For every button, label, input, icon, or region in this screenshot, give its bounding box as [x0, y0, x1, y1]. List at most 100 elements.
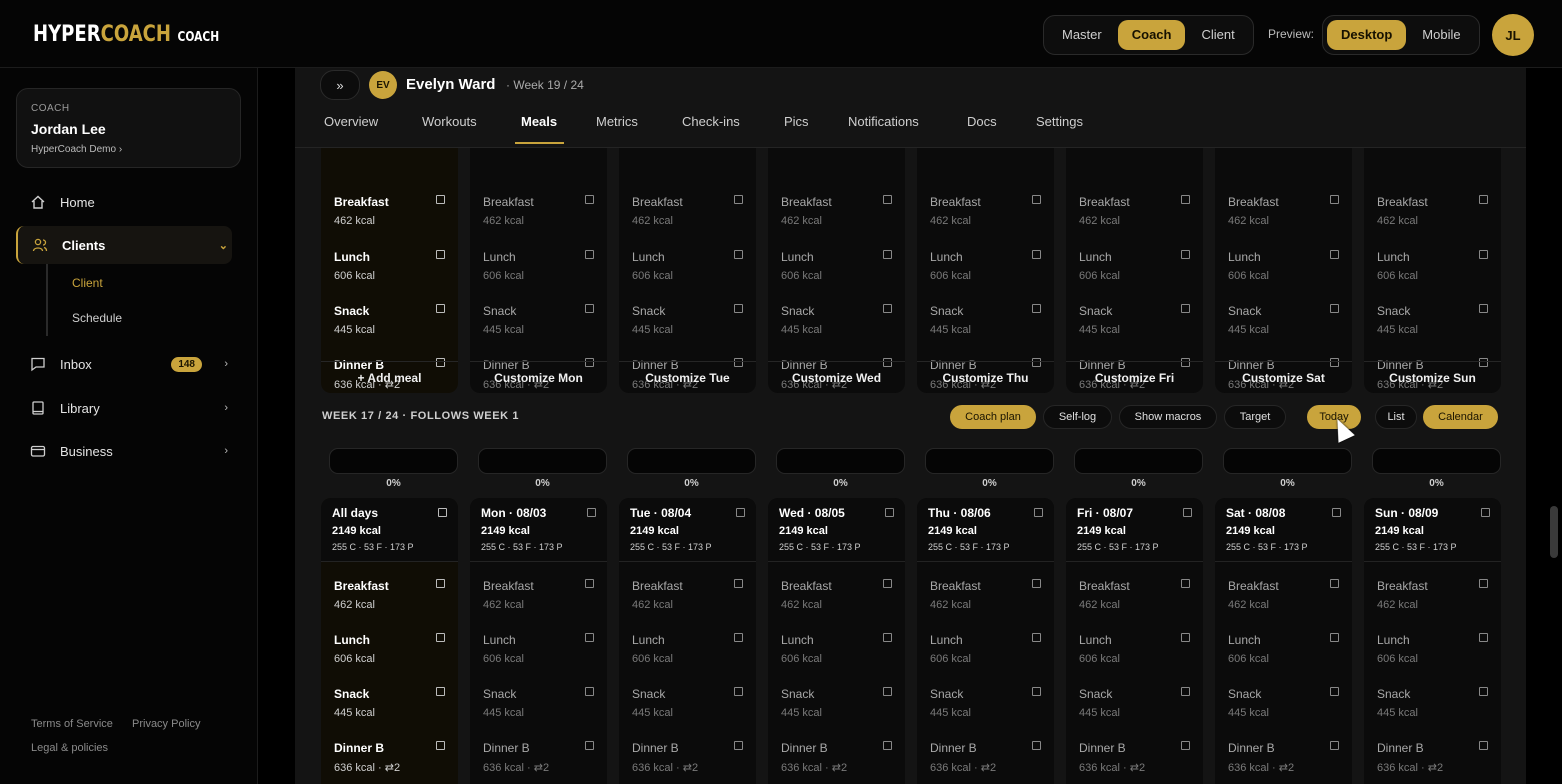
meal-row[interactable]: Snack 445 kcal — [321, 304, 458, 352]
copy-icon[interactable] — [1479, 741, 1488, 750]
sidebar-item-inbox[interactable]: Inbox 148 › — [16, 345, 232, 383]
copy-icon[interactable] — [436, 687, 445, 696]
copy-icon[interactable] — [1330, 633, 1339, 642]
day-header[interactable]: All days 2149 kcal 255 C · 53 F · 173 P — [321, 498, 458, 562]
copy-icon[interactable] — [1032, 687, 1041, 696]
copy-icon[interactable] — [736, 508, 745, 517]
target-toggle[interactable]: Target — [1224, 405, 1286, 429]
preview-mobile[interactable]: Mobile — [1408, 20, 1474, 50]
tab-metrics[interactable]: Metrics — [596, 114, 638, 129]
copy-icon[interactable] — [436, 633, 445, 642]
sidebar-item-home[interactable]: Home — [16, 183, 232, 221]
copy-icon[interactable] — [1183, 508, 1192, 517]
copy-icon[interactable] — [1032, 633, 1041, 642]
meal-row[interactable]: Breakfast 462 kcal — [470, 579, 607, 627]
tab-meals[interactable]: Meals — [521, 114, 557, 129]
copy-icon[interactable] — [585, 195, 594, 204]
meal-row[interactable]: Snack 445 kcal — [619, 304, 756, 352]
copy-icon[interactable] — [1330, 687, 1339, 696]
sidebar-item-clients[interactable]: Clients ⌄ — [16, 226, 232, 264]
copy-icon[interactable] — [883, 687, 892, 696]
copy-icon[interactable] — [883, 741, 892, 750]
copy-icon[interactable] — [1181, 687, 1190, 696]
meal-row[interactable]: Dinner B 636 kcal · ⇄2 — [768, 741, 905, 784]
meal-row[interactable]: Snack 445 kcal — [917, 304, 1054, 352]
meal-row[interactable]: Snack 445 kcal — [1066, 687, 1203, 735]
meal-row[interactable]: Lunch 606 kcal — [1364, 633, 1501, 681]
meal-row[interactable]: Dinner B 636 kcal · ⇄2 — [1364, 741, 1501, 784]
meal-row[interactable]: Snack 445 kcal — [917, 687, 1054, 735]
meal-row[interactable]: Lunch 606 kcal — [1215, 250, 1352, 298]
copy-icon[interactable] — [436, 579, 445, 588]
meal-row[interactable]: Breakfast 462 kcal — [1215, 195, 1352, 243]
copy-icon[interactable] — [1181, 195, 1190, 204]
copy-icon[interactable] — [734, 304, 743, 313]
copy-icon[interactable] — [436, 195, 445, 204]
meal-row[interactable]: Dinner B 636 kcal · ⇄2 — [1066, 741, 1203, 784]
sidebar-item-business[interactable]: Business › — [16, 432, 232, 470]
copy-icon[interactable] — [585, 687, 594, 696]
sidebar-subitem-schedule[interactable]: Schedule — [72, 311, 122, 325]
day-header[interactable]: Tue · 08/04 2149 kcal 255 C · 53 F · 173 P — [619, 498, 756, 562]
day-header[interactable]: Fri · 08/07 2149 kcal 255 C · 53 F · 173 P — [1066, 498, 1203, 562]
copy-icon[interactable] — [1032, 741, 1041, 750]
meal-row[interactable]: Dinner B 636 kcal · ⇄2 — [470, 741, 607, 784]
meal-row[interactable]: Lunch 606 kcal — [768, 250, 905, 298]
customize-day-button[interactable]: Customize Tue — [619, 361, 756, 393]
meal-row[interactable]: Snack 445 kcal — [321, 687, 458, 735]
mode-master[interactable]: Master — [1048, 20, 1116, 50]
meal-row[interactable]: Breakfast 462 kcal — [321, 195, 458, 243]
copy-icon[interactable] — [585, 579, 594, 588]
copy-icon[interactable] — [1330, 741, 1339, 750]
meal-row[interactable]: Dinner B 636 kcal · ⇄2 — [321, 741, 458, 784]
meal-row[interactable]: Dinner B 636 kcal · ⇄2 — [917, 741, 1054, 784]
self-log-toggle[interactable]: Self-log — [1043, 405, 1112, 429]
copy-icon[interactable] — [1034, 508, 1043, 517]
meal-row[interactable]: Lunch 606 kcal — [470, 633, 607, 681]
meal-row[interactable]: Dinner B 636 kcal · ⇄2 — [619, 741, 756, 784]
mode-client[interactable]: Client — [1187, 20, 1248, 50]
meal-row[interactable]: Snack 445 kcal — [1364, 304, 1501, 352]
copy-icon[interactable] — [1481, 508, 1490, 517]
day-header[interactable]: Sun · 08/09 2149 kcal 255 C · 53 F · 173 P — [1364, 498, 1501, 562]
meal-row[interactable]: Lunch 606 kcal — [1215, 633, 1352, 681]
customize-day-button[interactable]: Customize Mon — [470, 361, 607, 393]
copy-icon[interactable] — [1330, 579, 1339, 588]
copy-icon[interactable] — [585, 250, 594, 259]
copy-icon[interactable] — [1479, 304, 1488, 313]
copy-icon[interactable] — [1479, 250, 1488, 259]
meal-row[interactable]: Lunch 606 kcal — [917, 633, 1054, 681]
copy-icon[interactable] — [436, 304, 445, 313]
meal-row[interactable]: Breakfast 462 kcal — [768, 195, 905, 243]
meal-row[interactable]: Lunch 606 kcal — [321, 250, 458, 298]
copy-icon[interactable] — [436, 250, 445, 259]
meal-row[interactable]: Breakfast 462 kcal — [1364, 579, 1501, 627]
tab-docs[interactable]: Docs — [967, 114, 997, 129]
copy-icon[interactable] — [1479, 195, 1488, 204]
copy-icon[interactable] — [883, 633, 892, 642]
coach-card[interactable]: COACH Jordan Lee HyperCoach Demo › — [16, 88, 241, 168]
customize-day-button[interactable]: Customize Thu — [917, 361, 1054, 393]
copy-icon[interactable] — [883, 304, 892, 313]
brand-logo[interactable]: HYPERCOACH COACH — [33, 22, 219, 47]
copy-icon[interactable] — [1479, 579, 1488, 588]
copy-icon[interactable] — [1181, 579, 1190, 588]
meal-row[interactable]: Snack 445 kcal — [1215, 687, 1352, 735]
copy-icon[interactable] — [1330, 195, 1339, 204]
copy-icon[interactable] — [1479, 633, 1488, 642]
meal-row[interactable]: Breakfast 462 kcal — [917, 195, 1054, 243]
copy-icon[interactable] — [734, 250, 743, 259]
tab-pics[interactable]: Pics — [784, 114, 809, 129]
copy-icon[interactable] — [883, 579, 892, 588]
copy-icon[interactable] — [883, 250, 892, 259]
legal-link[interactable]: Legal & policies — [31, 742, 108, 754]
customize-day-button[interactable]: Customize Fri — [1066, 361, 1203, 393]
copy-icon[interactable] — [1332, 508, 1341, 517]
copy-icon[interactable] — [585, 741, 594, 750]
meal-row[interactable]: Snack 445 kcal — [1364, 687, 1501, 735]
add-meal-button[interactable]: + Add meal — [321, 361, 458, 393]
meal-row[interactable]: Snack 445 kcal — [768, 687, 905, 735]
customize-day-button[interactable]: Customize Sun — [1364, 361, 1501, 393]
meal-row[interactable]: Breakfast 462 kcal — [1066, 579, 1203, 627]
meal-row[interactable]: Breakfast 462 kcal — [1066, 195, 1203, 243]
